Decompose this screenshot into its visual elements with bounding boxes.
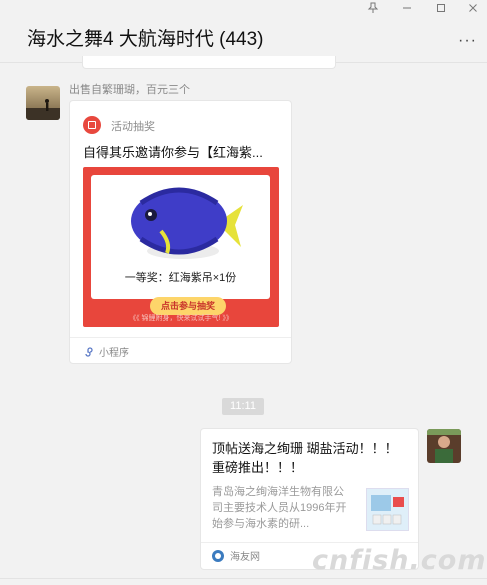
title-bar: 海水之舞4 大航海时代 (443) ··· [0, 0, 487, 63]
sender-name: 出售自繁珊瑚，百元三个 [69, 84, 190, 96]
message-timestamp: 11:11 [222, 398, 264, 415]
card-divider [70, 337, 291, 338]
site-logo-icon [212, 550, 224, 562]
mini-program-footer: 小程序 [83, 344, 129, 359]
lottery-logo-icon [83, 116, 101, 134]
link-description: 青岛海之绚海洋生物有限公司主要技术人员从1996年开始参与海水素的研... [212, 486, 347, 530]
link-divider [201, 542, 418, 543]
mini-program-title: 自得其乐邀请你参与【红海紫... [83, 145, 263, 160]
mini-program-card[interactable]: 活动抽奖 自得其乐邀请你参与【红海紫... 一等奖：红海紫吊×1份 点击参与抽奖… [69, 100, 292, 364]
close-icon[interactable] [463, 2, 483, 18]
mini-program-type-label: 小程序 [99, 348, 129, 359]
pin-icon[interactable] [363, 2, 383, 18]
input-separator [0, 578, 487, 579]
lottery-poster[interactable]: 一等奖：红海紫吊×1份 点击参与抽奖 《《 锦鲤附身，快来试试手气! 》》 [83, 167, 279, 327]
mini-program-icon [85, 347, 93, 357]
link-title: 顶帖送海之绚珊 瑚盐活动！！！重磅推出！！！ [212, 441, 398, 475]
prize-text: 一等奖：红海紫吊×1份 [124, 272, 237, 284]
link-thumbnail [366, 488, 409, 531]
more-options-button[interactable]: ··· [458, 32, 477, 50]
mini-program-source: 活动抽奖 [111, 121, 155, 133]
self-avatar[interactable] [427, 429, 461, 463]
maximize-icon[interactable] [431, 2, 451, 18]
blue-tang-fish-image [131, 187, 243, 259]
poster-hint: 《《 锦鲤附身，快来试试手气! 》》 [129, 315, 233, 322]
poster-panel: 一等奖：红海紫吊×1份 点击参与抽奖 [91, 175, 270, 315]
site-name: 海友网 [230, 552, 260, 563]
chat-title: 海水之舞4 大航海时代 (443) [27, 29, 264, 50]
link-footer: 海友网 [212, 548, 260, 563]
minimize-icon[interactable] [397, 2, 417, 18]
sender-avatar[interactable] [26, 86, 60, 120]
previous-message-card[interactable] [82, 56, 336, 69]
watermark-logo: cnfish.com [312, 545, 487, 576]
